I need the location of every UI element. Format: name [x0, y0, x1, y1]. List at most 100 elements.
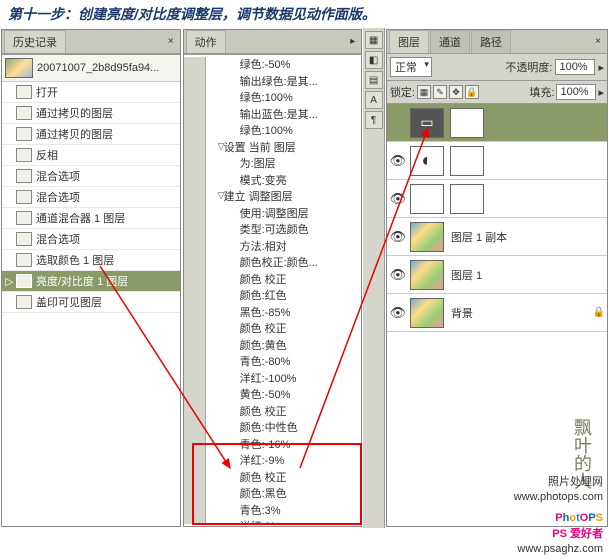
- visibility-eye-icon[interactable]: 👁: [389, 267, 407, 283]
- visibility-eye-icon[interactable]: 👁: [389, 153, 407, 169]
- visibility-eye-icon[interactable]: 👁: [389, 191, 407, 207]
- layer-thumb[interactable]: [410, 184, 444, 214]
- action-step[interactable]: 颜色 校正: [206, 321, 362, 338]
- fill-label: 填充:: [529, 84, 554, 100]
- action-step[interactable]: 绿色:100%: [206, 123, 362, 140]
- history-item[interactable]: ▷亮度/对比度 1 图层: [2, 271, 180, 292]
- lock-position-icon[interactable]: ✥: [449, 85, 463, 99]
- action-step[interactable]: 建立 调整图层: [206, 189, 362, 206]
- lock-all-icon[interactable]: 🔒: [465, 85, 479, 99]
- layer-row[interactable]: 👁 图层 1: [387, 256, 607, 294]
- tool-color-icon[interactable]: ◧: [365, 51, 383, 69]
- layer-row[interactable]: [387, 104, 607, 142]
- opacity-arrow-icon[interactable]: ▸: [598, 61, 604, 74]
- history-step-label: 通道混合器 1 图层: [36, 210, 125, 226]
- history-item[interactable]: 通道混合器 1 图层: [2, 208, 180, 229]
- action-step[interactable]: 黑色:-85%: [206, 305, 362, 322]
- panel-menu-icon[interactable]: ×: [164, 34, 178, 49]
- fill-input[interactable]: 100%: [556, 84, 596, 100]
- layer-mask-thumb[interactable]: [450, 108, 484, 138]
- action-step[interactable]: 青色:-16%: [206, 437, 362, 454]
- action-step[interactable]: 颜色:红色: [206, 288, 362, 305]
- lock-transparent-icon[interactable]: ▦: [417, 85, 431, 99]
- history-item[interactable]: 通过拷贝的图层: [2, 103, 180, 124]
- action-step[interactable]: 输出蓝色:是其...: [206, 107, 362, 124]
- tool-navigator-icon[interactable]: ▦: [365, 31, 383, 49]
- opacity-input[interactable]: 100%: [555, 59, 595, 75]
- step-title: 第十一步：创建亮度/对比度调整层，调节数据见动作面版。: [0, 0, 609, 28]
- layer-mask-thumb[interactable]: [450, 146, 484, 176]
- history-item[interactable]: 混合选项: [2, 166, 180, 187]
- history-body: 20071007_2b8d95fa94... 打开通过拷贝的图层通过拷贝的图层反…: [2, 54, 180, 526]
- history-step-icon: [16, 190, 32, 204]
- tab-actions[interactable]: 动作: [186, 30, 226, 53]
- action-step[interactable]: 设置 当前 图层: [206, 140, 362, 157]
- layer-row[interactable]: 👁 图层 1 副本: [387, 218, 607, 256]
- action-step[interactable]: 模式:变亮: [206, 173, 362, 190]
- layer-name[interactable]: 图层 1: [447, 267, 605, 283]
- history-step-label: 亮度/对比度 1 图层: [36, 273, 128, 289]
- layer-row[interactable]: 👁背景🔒: [387, 294, 607, 332]
- action-step[interactable]: 洋红:-100%: [206, 371, 362, 388]
- panel-menu-icon[interactable]: ▸: [346, 34, 359, 49]
- tool-type-icon[interactable]: A: [365, 91, 383, 109]
- action-step[interactable]: 颜色:黄色: [206, 338, 362, 355]
- visibility-eye-icon[interactable]: 👁: [389, 305, 407, 321]
- layer-thumb[interactable]: [410, 108, 444, 138]
- tool-paragraph-icon[interactable]: ¶: [365, 111, 383, 129]
- layer-mask-thumb[interactable]: [450, 184, 484, 214]
- lock-pixels-icon[interactable]: ✎: [433, 85, 447, 99]
- layer-name[interactable]: 背景: [447, 305, 591, 321]
- blend-mode-select[interactable]: 正常: [390, 57, 432, 77]
- history-step-icon: [16, 274, 32, 288]
- tool-strip: ▦ ◧ ▤ A ¶: [363, 28, 385, 528]
- action-step[interactable]: 青色:-80%: [206, 354, 362, 371]
- history-item[interactable]: 混合选项: [2, 187, 180, 208]
- action-step[interactable]: 绿色:100%: [206, 90, 362, 107]
- tab-history[interactable]: 历史记录: [4, 30, 66, 53]
- action-step[interactable]: 绿色:-50%: [206, 57, 362, 74]
- tab-layers[interactable]: 图层: [389, 30, 429, 53]
- history-step-label: 混合选项: [36, 231, 80, 247]
- action-step[interactable]: 黄色:-50%: [206, 387, 362, 404]
- history-step-label: 混合选项: [36, 168, 80, 184]
- action-step[interactable]: 颜色:中性色: [206, 420, 362, 437]
- action-step[interactable]: 颜色 校正: [206, 470, 362, 487]
- action-step[interactable]: 使用:调整图层: [206, 206, 362, 223]
- panel-menu-icon[interactable]: ×: [591, 34, 605, 49]
- layer-thumb[interactable]: [410, 146, 444, 176]
- layer-name[interactable]: 图层 1 副本: [447, 229, 605, 245]
- action-step[interactable]: 为:图层: [206, 156, 362, 173]
- action-step[interactable]: 青色:3%: [206, 503, 362, 520]
- history-file-thumb: [5, 58, 33, 78]
- tab-paths[interactable]: 路径: [471, 30, 511, 53]
- history-item[interactable]: 打开: [2, 82, 180, 103]
- tab-channels[interactable]: 通道: [430, 30, 470, 53]
- layer-thumb[interactable]: [410, 298, 444, 328]
- history-file-row[interactable]: 20071007_2b8d95fa94...: [2, 55, 180, 82]
- history-item[interactable]: 盖印可见图层: [2, 292, 180, 313]
- action-step[interactable]: 洋红:-9%: [206, 453, 362, 470]
- history-item[interactable]: 选取颜色 1 图层: [2, 250, 180, 271]
- history-item[interactable]: 混合选项: [2, 229, 180, 250]
- layer-row[interactable]: 👁: [387, 142, 607, 180]
- layer-thumb[interactable]: [410, 222, 444, 252]
- action-step[interactable]: 洋红:3%: [206, 519, 362, 524]
- history-step-icon: [16, 232, 32, 246]
- history-panel: 历史记录 × 20071007_2b8d95fa94... 打开通过拷贝的图层通…: [1, 29, 181, 527]
- action-step[interactable]: 颜色 校正: [206, 272, 362, 289]
- action-step[interactable]: 颜色:黑色: [206, 486, 362, 503]
- workspace: 历史记录 × 20071007_2b8d95fa94... 打开通过拷贝的图层通…: [0, 28, 609, 528]
- layer-row[interactable]: 👁: [387, 180, 607, 218]
- action-step[interactable]: 方法:相对: [206, 239, 362, 256]
- fill-arrow-icon[interactable]: ▸: [598, 86, 604, 99]
- history-item[interactable]: 通过拷贝的图层: [2, 124, 180, 145]
- action-step[interactable]: 颜色校正:颜色...: [206, 255, 362, 272]
- visibility-eye-icon[interactable]: 👁: [389, 229, 407, 245]
- tool-swatches-icon[interactable]: ▤: [365, 71, 383, 89]
- layer-thumb[interactable]: [410, 260, 444, 290]
- history-item[interactable]: 反相: [2, 145, 180, 166]
- action-step[interactable]: 类型:可选颜色: [206, 222, 362, 239]
- action-step[interactable]: 颜色 校正: [206, 404, 362, 421]
- action-step[interactable]: 输出绿色:是其...: [206, 74, 362, 91]
